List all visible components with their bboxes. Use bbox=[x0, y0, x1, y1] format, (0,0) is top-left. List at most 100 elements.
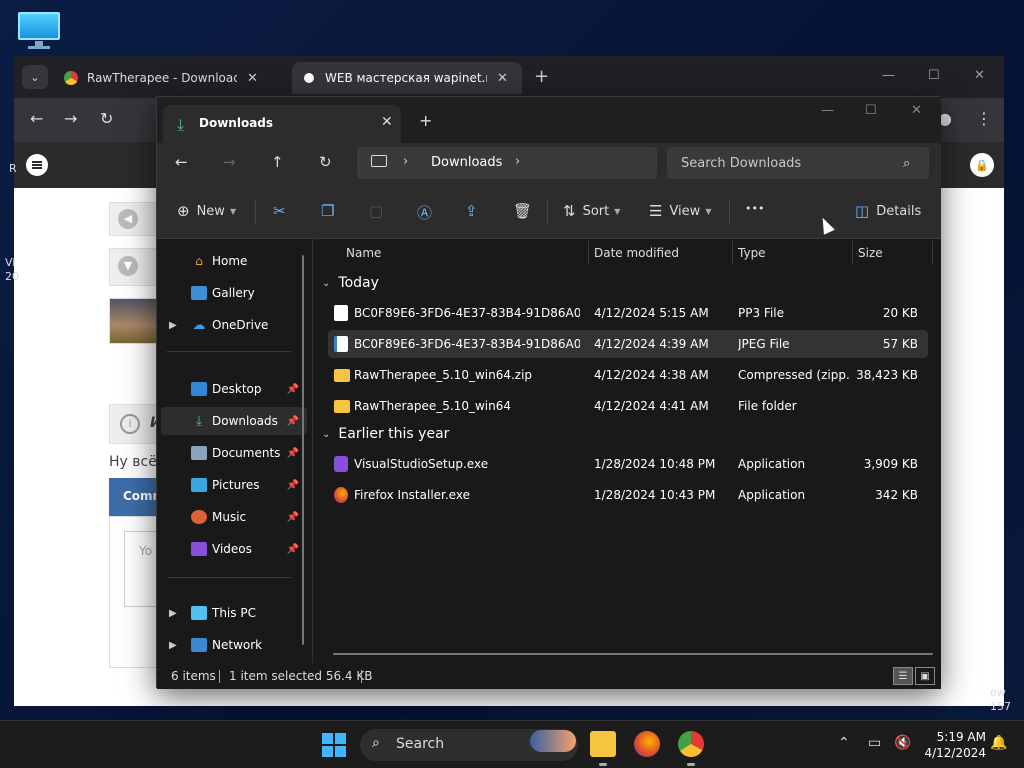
tab-search-button[interactable]: ⌄ bbox=[22, 65, 48, 89]
share-button[interactable]: ⇪ bbox=[465, 202, 485, 220]
new-tab-plus-icon[interactable]: + bbox=[419, 111, 432, 130]
nav-item-documents[interactable]: Documents 📌 bbox=[161, 439, 307, 467]
reload-icon[interactable]: ↻ bbox=[100, 109, 113, 128]
cut-button[interactable]: ✂ bbox=[273, 202, 293, 220]
chrome-tab-rawtherapee[interactable]: RawTherapee - Downloads ✕ bbox=[54, 62, 290, 94]
chevron-up-icon[interactable]: ⌃ bbox=[838, 735, 850, 751]
column-header-date[interactable]: Date modified bbox=[594, 239, 679, 267]
more-options-button[interactable]: ••• bbox=[745, 202, 764, 215]
file-row[interactable]: BC0F89E6-3FD6-4E37-83B4-91D86A0D57... 4/… bbox=[328, 299, 928, 327]
file-row[interactable]: RawTherapee_5.10_win64.zip 4/12/2024 4:3… bbox=[328, 361, 928, 389]
file-row[interactable]: Firefox Installer.exe 1/28/2024 10:43 PM… bbox=[328, 481, 928, 509]
windows-start-icon[interactable] bbox=[322, 733, 346, 757]
paste-button[interactable]: ▢ bbox=[369, 202, 390, 220]
group-header-earlier[interactable]: ⌄ Earlier this year bbox=[322, 426, 449, 442]
tiles-view-icon[interactable]: ▣ bbox=[915, 667, 935, 685]
new-label: New bbox=[196, 203, 225, 219]
up-arrow-icon[interactable]: ↑ bbox=[271, 153, 284, 171]
nav-item-music[interactable]: Music 📌 bbox=[161, 503, 307, 531]
pin-icon[interactable]: 📌 bbox=[287, 416, 299, 427]
file-row[interactable]: RawTherapee_5.10_win64 4/12/2024 4:41 AM… bbox=[328, 392, 928, 420]
column-divider[interactable] bbox=[852, 241, 853, 265]
column-divider[interactable] bbox=[732, 241, 733, 265]
chevron-right-icon[interactable]: ▶ bbox=[169, 640, 177, 651]
minimize-icon[interactable]: — bbox=[821, 103, 834, 118]
rename-button[interactable]: Ⓐ bbox=[417, 202, 439, 223]
new-tab-plus-icon[interactable]: + bbox=[534, 66, 549, 87]
pin-icon[interactable]: 📌 bbox=[287, 448, 299, 459]
file-list: Name Date modified Type Size ⌄ Today BC0… bbox=[314, 239, 941, 663]
column-header-type[interactable]: Type bbox=[738, 239, 766, 267]
column-header-size[interactable]: Size bbox=[858, 239, 883, 267]
volume-muted-icon[interactable]: 🔇 bbox=[894, 735, 911, 751]
taskbar-search[interactable]: ⌕ Search bbox=[360, 729, 578, 761]
details-view-icon[interactable]: ☰ bbox=[893, 667, 913, 685]
view-button[interactable]: ☰ View ▼ bbox=[649, 202, 711, 220]
new-button[interactable]: ⊕ New ▼ bbox=[177, 202, 236, 220]
file-row[interactable]: VisualStudioSetup.exe 1/28/2024 10:48 PM… bbox=[328, 450, 928, 478]
sort-button[interactable]: ⇅ Sort ▼ bbox=[563, 202, 620, 220]
cloud-icon: ☁ bbox=[192, 317, 206, 333]
details-button[interactable]: ◫ Details bbox=[855, 202, 921, 220]
nav-item-desktop[interactable]: Desktop 📌 bbox=[161, 375, 307, 403]
search-icon[interactable]: ⌕ bbox=[903, 156, 910, 171]
nav-item-home[interactable]: ⌂ Home bbox=[161, 247, 307, 275]
close-tab-icon[interactable]: ✕ bbox=[381, 114, 393, 130]
nav-item-pictures[interactable]: Pictures 📌 bbox=[161, 471, 307, 499]
copy-button[interactable]: ❐ bbox=[321, 202, 341, 220]
breadcrumb-downloads[interactable]: Downloads bbox=[431, 155, 502, 170]
chevron-right-icon[interactable]: ▶ bbox=[169, 320, 177, 331]
image-file-icon bbox=[334, 336, 348, 352]
nav-item-videos[interactable]: Videos 📌 bbox=[161, 535, 307, 563]
nav-item-this-pc[interactable]: ▶ This PC bbox=[161, 599, 307, 627]
maximize-icon[interactable]: ☐ bbox=[865, 103, 877, 118]
pin-icon[interactable]: 📌 bbox=[287, 544, 299, 555]
close-icon[interactable]: ✕ bbox=[247, 71, 258, 86]
column-divider[interactable] bbox=[932, 241, 933, 265]
file-explorer-taskbar-icon[interactable] bbox=[590, 731, 616, 757]
plus-circle-icon: ⊕ bbox=[177, 202, 190, 220]
column-header-name[interactable]: Name bbox=[346, 239, 381, 267]
minimize-icon[interactable]: — bbox=[882, 68, 895, 83]
nav-item-onedrive[interactable]: ▶ ☁ OneDrive bbox=[161, 311, 307, 339]
pin-icon[interactable]: 📌 bbox=[287, 512, 299, 523]
network-tray-icon[interactable]: ▭ bbox=[868, 735, 881, 751]
divider bbox=[219, 670, 220, 683]
horizontal-scrollbar[interactable] bbox=[333, 653, 933, 655]
nav-scrollbar[interactable] bbox=[302, 255, 304, 645]
nav-item-gallery[interactable]: Gallery bbox=[161, 279, 307, 307]
column-divider[interactable] bbox=[588, 241, 589, 265]
network-icon bbox=[191, 638, 207, 652]
firefox-taskbar-icon[interactable] bbox=[634, 731, 660, 757]
hamburger-menu-icon[interactable] bbox=[26, 154, 48, 176]
system-clock[interactable]: 5:19 AM 4/12/2024 bbox=[920, 729, 986, 761]
back-arrow-icon[interactable]: ← bbox=[30, 109, 43, 128]
forward-arrow-icon[interactable]: → bbox=[64, 109, 77, 128]
refresh-icon[interactable]: ↻ bbox=[319, 153, 332, 171]
notification-bell-icon[interactable]: 🔔 bbox=[990, 735, 1007, 751]
file-explorer-window: ⤓ Downloads ✕ + — ☐ ✕ ← → ↑ ↻ › Download… bbox=[156, 96, 941, 689]
explorer-tab-downloads[interactable]: ⤓ Downloads ✕ bbox=[163, 105, 401, 143]
chevron-right-icon[interactable]: ▶ bbox=[169, 608, 177, 619]
this-pc-desktop-icon[interactable] bbox=[18, 12, 60, 49]
close-window-icon[interactable]: ✕ bbox=[974, 68, 985, 83]
chrome-taskbar-icon[interactable] bbox=[678, 731, 704, 757]
chrome-tab-wapinet[interactable]: WEB мастерская wapinet.ru - Б ✕ bbox=[292, 62, 522, 94]
address-bar[interactable]: › Downloads › bbox=[357, 147, 657, 179]
file-row-selected[interactable]: BC0F89E6-3FD6-4E37-83B4-91D86A0D57... 4/… bbox=[328, 330, 928, 358]
menu-kebab-icon[interactable]: ⋮ bbox=[976, 109, 992, 128]
search-input[interactable] bbox=[667, 147, 929, 179]
forward-arrow-icon[interactable]: → bbox=[223, 153, 236, 171]
pin-icon[interactable]: 📌 bbox=[287, 384, 299, 395]
group-header-today[interactable]: ⌄ Today bbox=[322, 275, 379, 291]
nav-item-downloads[interactable]: ⤓ Downloads 📌 bbox=[161, 407, 307, 435]
maximize-icon[interactable]: ☐ bbox=[928, 68, 940, 83]
chevron-right-icon[interactable]: › bbox=[515, 154, 520, 169]
lock-icon[interactable]: 🔒 bbox=[970, 153, 994, 177]
close-icon[interactable]: ✕ bbox=[497, 71, 508, 86]
nav-item-network[interactable]: ▶ Network bbox=[161, 631, 307, 659]
delete-button[interactable]: 🗑 bbox=[513, 202, 539, 220]
pin-icon[interactable]: 📌 bbox=[287, 480, 299, 491]
back-arrow-icon[interactable]: ← bbox=[175, 153, 188, 171]
close-window-icon[interactable]: ✕ bbox=[911, 103, 922, 118]
